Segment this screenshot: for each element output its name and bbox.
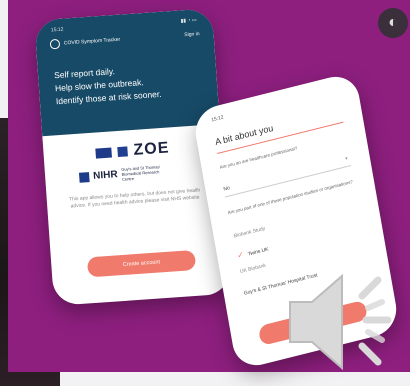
app-name: COVID Symptom Tracker <box>63 36 121 47</box>
kings-college-logo-icon <box>95 147 113 159</box>
option-2[interactable]: ✓ Twins UK <box>237 244 269 261</box>
status-icons: ▮▮ ◔ ▭ <box>180 17 197 25</box>
option-3[interactable]: UK Biobank <box>240 263 267 275</box>
nihr-logo: NIHR Guy's and St Thomas' Biomedical Res… <box>78 163 172 184</box>
nihr-subtitle: Guy's and St Thomas' Biomedical Research… <box>121 164 161 182</box>
status-time: 15:12 <box>50 26 64 34</box>
cross-logo-icon <box>117 146 128 158</box>
option-2-label: Twins UK <box>247 246 269 258</box>
chevron-down-icon: ▾ <box>344 155 349 163</box>
nihr-text: NIHR <box>92 169 119 182</box>
app-logo-icon <box>49 38 61 50</box>
nihr-badge-icon <box>78 171 90 183</box>
sign-in-link[interactable]: Sign in <box>184 31 200 38</box>
partner-logos: ZOE <box>43 136 222 166</box>
hero-text: Self report daily. Help slow the outbrea… <box>37 44 218 109</box>
create-account-button[interactable]: Create account <box>86 249 197 278</box>
speaker-volume-icon[interactable] <box>282 262 406 382</box>
healthcare-select-value: No <box>223 185 231 193</box>
option-1[interactable]: Biobank Study <box>233 226 265 240</box>
welcome-header: 15:12 ▮▮ ◔ ▭ COVID Symptom Tracker Sign … <box>34 8 220 137</box>
page-title: A bit about you <box>214 122 274 148</box>
overlay-button-icon[interactable]: ◐ <box>378 8 408 38</box>
zoe-logo: ZOE <box>132 139 170 159</box>
disclaimer-text: This app allows you to help others, but … <box>68 187 201 210</box>
check-icon: ✓ <box>236 249 245 261</box>
